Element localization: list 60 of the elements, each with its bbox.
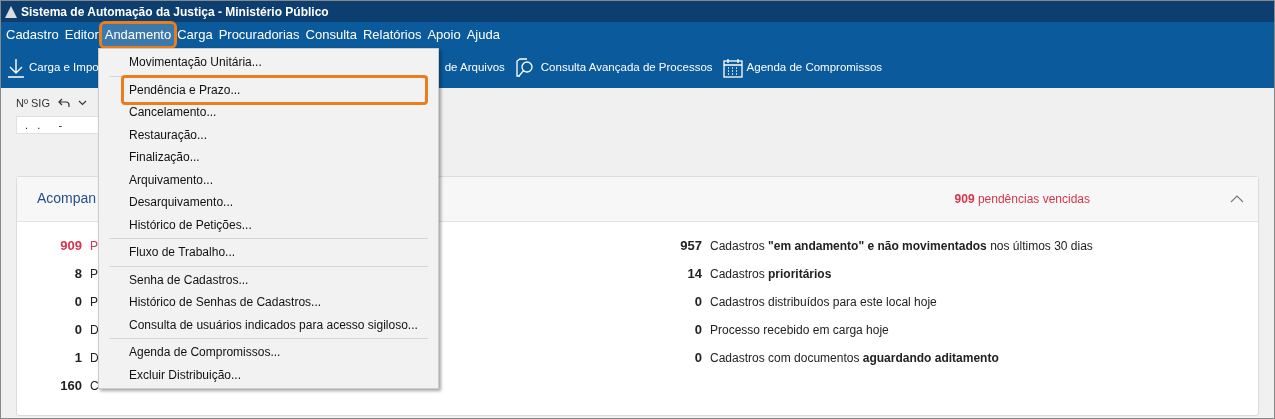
menu-option[interactable]: Arquivamento... xyxy=(99,168,218,191)
sig-input-field[interactable]: . . - xyxy=(16,115,101,134)
count-value: 0 xyxy=(73,320,82,339)
menu-item[interactable]: Relatórios xyxy=(359,24,425,46)
row-text: Cadastros com documentos aguardando aditamento xyxy=(710,349,999,367)
menu-option[interactable]: Desarquivamento... xyxy=(99,191,238,214)
chevron-up-icon[interactable] xyxy=(1230,194,1244,203)
count-value: 8 xyxy=(73,264,82,283)
row-text: C xyxy=(90,377,99,395)
menu-option[interactable]: Finalização... xyxy=(99,146,204,169)
count-value: 0 xyxy=(693,292,702,311)
app-logo-icon xyxy=(5,5,17,18)
menu-item[interactable]: Ajuda xyxy=(463,24,503,46)
menu-option[interactable]: Histórico de Senhas de Cadastros... xyxy=(99,291,326,314)
count-value: 0 xyxy=(693,320,702,339)
row-text: Processo recebido em carga hoje xyxy=(710,321,889,339)
menu-item[interactable]: Procuradorias xyxy=(215,24,303,46)
overdue-summary: 909 pendências vencidas xyxy=(954,190,1090,208)
panel-title: Acompan xyxy=(37,189,97,208)
calendar-icon xyxy=(722,58,743,78)
menu-option[interactable]: Agenda de Compromissos... xyxy=(99,341,285,364)
toolbar-button[interactable]: Consulta Avançada de Processos xyxy=(514,58,713,78)
download-icon xyxy=(7,58,25,78)
row-text: P xyxy=(90,293,98,311)
count-value: 0 xyxy=(73,292,82,311)
field-label: Nº SIG xyxy=(16,96,50,111)
menu-option[interactable]: Fluxo de Trabalho... xyxy=(99,241,240,264)
count-value: 0 xyxy=(693,348,702,367)
menu-option[interactable]: Restauração... xyxy=(99,123,212,146)
toolbar-button[interactable]: Agenda de Compromissos xyxy=(722,58,883,78)
menu-option[interactable]: Consulta de usuários indicados para acesso sigiloso... xyxy=(99,313,422,336)
menu-item[interactable]: Andamento xyxy=(101,24,175,46)
row-text: Cadastros distribuídos para este local hoje xyxy=(710,293,937,311)
row-text: Cadastros "em andamento" e não movimentados nos últimos 30 dias xyxy=(710,237,1093,255)
menu-option[interactable]: Cancelamento... xyxy=(99,101,221,124)
toolbar-button[interactable]: Carga e Impo xyxy=(7,58,99,78)
row-text: D xyxy=(90,321,99,339)
undo-icon[interactable] xyxy=(57,98,70,109)
count-value: 909 xyxy=(59,236,82,255)
chevron-down-icon[interactable] xyxy=(77,100,87,107)
menu-item[interactable]: Cadastro xyxy=(3,24,62,46)
row-text: P xyxy=(90,237,98,255)
window-title: Sistema de Automação da Justiça - Ministério Público xyxy=(21,3,329,21)
count-value: 1 xyxy=(73,348,82,367)
toolbar-button[interactable]: de Arquivos xyxy=(444,59,505,77)
menu-item[interactable]: Consulta xyxy=(302,24,360,46)
menu-option[interactable]: Movimentação Unitária... xyxy=(99,51,266,74)
menu-option[interactable]: Senha de Cadastros... xyxy=(99,268,253,291)
menu-item[interactable]: Apoio xyxy=(424,24,464,46)
row-text: Cadastros prioritários xyxy=(710,265,832,283)
count-value: 957 xyxy=(679,236,702,255)
count-value: 160 xyxy=(59,376,82,395)
menu-item[interactable]: Carga xyxy=(174,24,216,46)
menu-option[interactable]: Histórico de Petições... xyxy=(99,213,256,236)
menu-option[interactable]: Excluir Distribuição... xyxy=(99,363,246,386)
count-value: 14 xyxy=(686,264,702,283)
menu-option[interactable]: Pendência e Prazo... xyxy=(99,78,245,101)
menu-item[interactable]: Editor xyxy=(61,24,102,46)
row-text: D xyxy=(90,349,99,367)
row-text: P xyxy=(90,265,98,283)
